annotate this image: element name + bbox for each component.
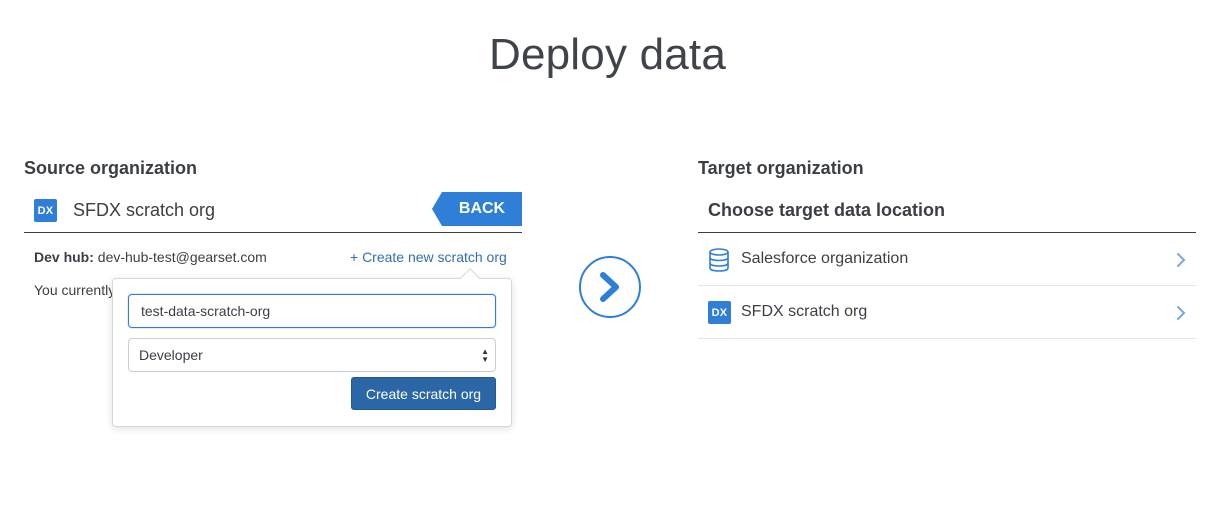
target-option-label: SFDX scratch org [741, 303, 868, 320]
scratch-org-name-input[interactable] [128, 294, 496, 328]
create-scratch-org-popover: Developer ▲▼ Create scratch org [112, 268, 512, 427]
edition-select[interactable]: Developer ▲ ▼ [128, 338, 496, 372]
current-org-text: You currently [34, 282, 114, 298]
dx-icon: DX [34, 199, 57, 222]
create-scratch-org-button[interactable]: Create scratch org [351, 377, 496, 410]
database-icon [708, 248, 730, 277]
source-heading: Source organization [24, 158, 198, 178]
back-button[interactable]: BACK [432, 192, 522, 226]
target-location-header: Choose target data location [698, 192, 1196, 233]
target-option-label: Salesforce organization [741, 250, 909, 267]
devhub-row: Dev hub: dev-hub-test@gearset.com [34, 249, 267, 265]
source-org-header: DX SFDX scratch org BACK [24, 192, 522, 233]
chevron-right-icon [1176, 305, 1186, 326]
edition-selected-value: Developer [139, 347, 203, 363]
next-step-button[interactable] [579, 256, 641, 318]
chevron-right-icon [600, 272, 619, 302]
target-option-salesforce-org[interactable]: Salesforce organization [698, 233, 1196, 286]
target-location-title: Choose target data location [708, 200, 946, 220]
page-title: Deploy data [488, 30, 727, 79]
chevron-right-icon [1176, 252, 1186, 273]
dx-icon: DX [708, 301, 731, 324]
select-caret-icon: ▲ ▼ [481, 347, 489, 364]
target-option-sfdx-scratch-org[interactable]: DX SFDX scratch org [698, 286, 1196, 339]
create-scratch-org-link[interactable]: + Create new scratch org [350, 249, 507, 265]
source-org-name: SFDX scratch org [73, 200, 216, 220]
popover-arrow [460, 268, 480, 288]
devhub-value: dev-hub-test@gearset.com [97, 249, 267, 265]
devhub-label: Dev hub: [34, 249, 94, 265]
target-heading: Target organization [698, 158, 864, 178]
